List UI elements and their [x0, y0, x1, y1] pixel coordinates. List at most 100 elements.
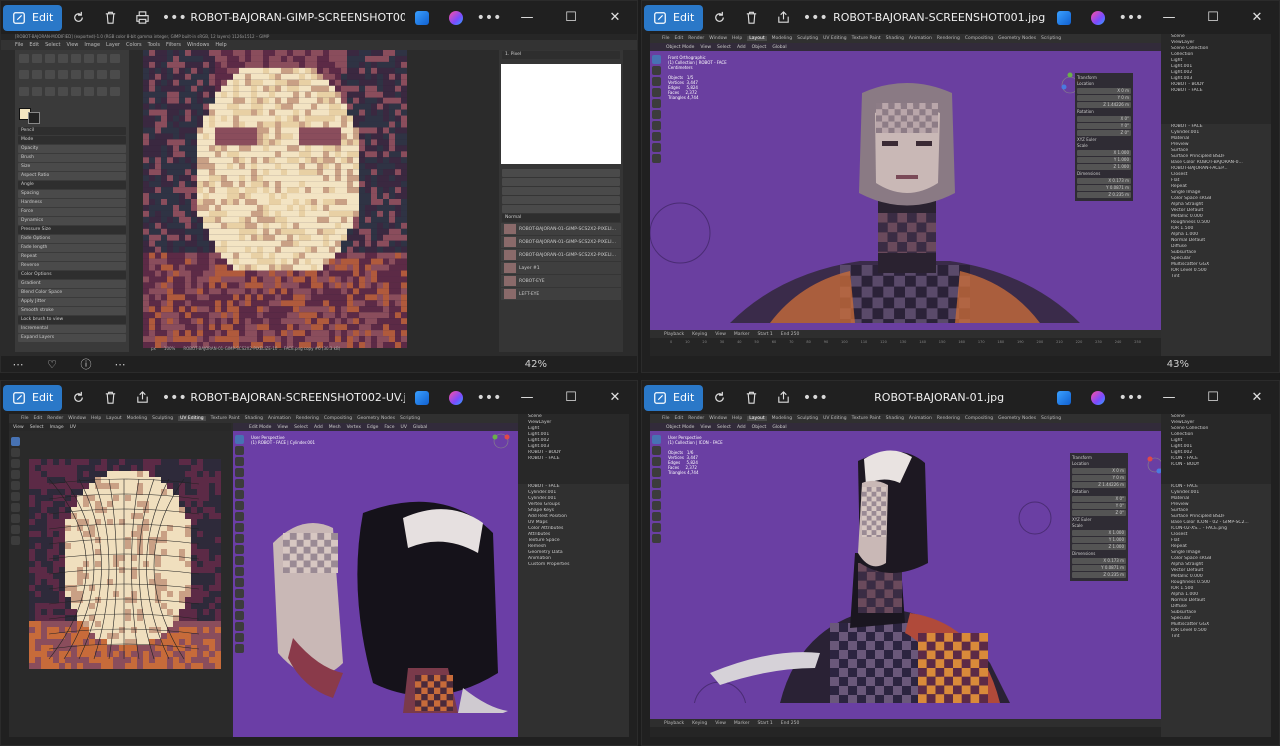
option-blend-color-space[interactable]: Blend Color Space: [18, 289, 126, 297]
menu-layer[interactable]: Layer: [106, 42, 120, 48]
gimp-canvas[interactable]: [131, 50, 496, 348]
transform-field[interactable]: Y 1.000: [1072, 537, 1126, 543]
menu-edit[interactable]: Edit: [675, 416, 684, 421]
menu-help[interactable]: Help: [732, 416, 742, 421]
rotate-icon[interactable]: [703, 3, 735, 33]
status-unit[interactable]: px: [151, 346, 156, 356]
maximize-button[interactable]: ☐: [1191, 10, 1235, 25]
workspace-tab-texture-paint[interactable]: Texture Paint: [852, 36, 881, 41]
workspace-tab-texture-paint[interactable]: Texture Paint: [852, 416, 881, 421]
tool-icon[interactable]: [45, 54, 55, 63]
dock-row[interactable]: [502, 187, 620, 195]
maximize-button[interactable]: ☐: [549, 390, 593, 405]
tool-icon[interactable]: [58, 70, 68, 80]
share-icon[interactable]: [767, 3, 799, 33]
tool-icon[interactable]: [58, 54, 68, 63]
3d-viewport[interactable]: Edit Mode View Select Add Mesh Vertex Edge Face…: [233, 423, 520, 737]
uv-menu-item[interactable]: Image: [50, 425, 64, 430]
transform-field[interactable]: Y 0.0871 m: [1077, 185, 1131, 191]
layer-row[interactable]: ROBOT-BAJORAN-01-GIMP-SCS2X2-PIXELI...: [501, 249, 621, 261]
timeline-tick[interactable]: 170: [978, 340, 985, 346]
tool-icon[interactable]: [19, 86, 29, 96]
option-spacing[interactable]: Spacing: [18, 190, 126, 198]
status-zoom[interactable]: 100%: [164, 346, 175, 356]
transform-field[interactable]: Y 0.0871 m: [1072, 565, 1126, 571]
menu-file[interactable]: File: [21, 416, 29, 421]
tool-icon[interactable]: [97, 86, 107, 96]
edit-button[interactable]: Edit: [3, 4, 63, 31]
close-button[interactable]: ✕: [593, 10, 637, 25]
tool-icon[interactable]: [58, 86, 68, 96]
workspace-tab-layout[interactable]: Layout: [747, 416, 767, 421]
workspace-tab-rendering[interactable]: Rendering: [296, 416, 319, 421]
dock-row[interactable]: [502, 196, 620, 204]
transform-field[interactable]: Z 1.000: [1072, 544, 1126, 550]
workspace-tab-modeling[interactable]: Modeling: [127, 416, 147, 421]
timeline-tick[interactable]: 70: [789, 340, 793, 346]
timeline-tick[interactable]: 180: [997, 340, 1004, 346]
menu-render[interactable]: Render: [47, 416, 63, 421]
close-button[interactable]: ✕: [1235, 10, 1279, 25]
timeline-tick[interactable]: 110: [861, 340, 868, 346]
timeline-tick[interactable]: 160: [958, 340, 965, 346]
workspace-tab-modeling[interactable]: Modeling: [772, 36, 792, 41]
workspace-tab-shading[interactable]: Shading: [886, 36, 904, 41]
option-apply-jitter[interactable]: Apply Jitter: [18, 298, 126, 306]
workspace-tab-layout[interactable]: Layout: [106, 416, 121, 421]
timeline-item[interactable]: End 250: [781, 332, 800, 337]
timeline-item[interactable]: Start 1: [757, 332, 772, 337]
option-repeat[interactable]: Repeat: [18, 253, 126, 261]
option-gradient[interactable]: Gradient: [18, 280, 126, 288]
tool-icon[interactable]: [32, 54, 42, 63]
workspace-tab-sculpting[interactable]: Sculpting: [797, 416, 818, 421]
timeline-tick[interactable]: 80: [806, 340, 810, 346]
workspace-tab-geometry-nodes[interactable]: Geometry Nodes: [998, 416, 1036, 421]
timeline-tick[interactable]: 60: [772, 340, 776, 346]
option-pressure-size[interactable]: Pressure Size: [18, 226, 126, 234]
tool-icon[interactable]: [71, 54, 81, 63]
tool-icon[interactable]: [97, 70, 107, 80]
workspace-tab-texture-paint[interactable]: Texture Paint: [211, 416, 240, 421]
uv-menu-item[interactable]: Select: [30, 425, 44, 430]
more-icon[interactable]: •••: [799, 3, 831, 33]
timeline-tick[interactable]: 240: [1115, 340, 1122, 346]
outliner-item[interactable]: ROBOT - FACE: [1161, 88, 1271, 94]
tool-icon[interactable]: [71, 70, 81, 80]
option-fade-length[interactable]: Fade length: [18, 244, 126, 252]
tool-icon[interactable]: [11, 525, 20, 534]
transform-field[interactable]: X 0 m: [1072, 468, 1126, 474]
more-icon[interactable]: •••: [1115, 383, 1147, 413]
timeline-item[interactable]: Playback: [664, 332, 684, 337]
photos-app-icon[interactable]: [415, 390, 429, 405]
tool-icon[interactable]: [32, 86, 42, 96]
timeline-tick[interactable]: 50: [754, 340, 758, 346]
timeline-tick[interactable]: 100: [841, 340, 848, 346]
tool-icon[interactable]: [45, 70, 55, 80]
timeline-tick[interactable]: 140: [919, 340, 926, 346]
delete-icon[interactable]: [735, 383, 767, 413]
workspace-tab-scripting[interactable]: Scripting: [1041, 36, 1061, 41]
option-aspect-ratio[interactable]: Aspect Ratio: [18, 172, 126, 180]
more-icon[interactable]: •••: [473, 3, 505, 33]
menu-edit[interactable]: Edit: [29, 42, 39, 48]
workspace-tab-compositing[interactable]: Compositing: [965, 36, 993, 41]
more-icon[interactable]: •••: [158, 3, 190, 33]
tool-icon[interactable]: [110, 54, 120, 63]
timeline-item[interactable]: Marker: [734, 332, 750, 337]
transform-field[interactable]: X 1.000: [1072, 530, 1126, 536]
menu-file[interactable]: File: [15, 42, 23, 48]
transform-field[interactable]: Y 0 m: [1072, 475, 1126, 481]
tool-icon[interactable]: [11, 470, 20, 479]
menu-image[interactable]: Image: [84, 42, 100, 48]
more-icon[interactable]: ⋯: [103, 358, 137, 371]
transform-field[interactable]: X 0°: [1072, 496, 1126, 502]
maximize-button[interactable]: ☐: [1191, 390, 1235, 405]
workspace-tab-sculpting[interactable]: Sculpting: [797, 36, 818, 41]
timeline-tick[interactable]: 230: [1095, 340, 1102, 346]
more-icon[interactable]: •••: [473, 383, 505, 413]
share-icon[interactable]: [126, 383, 158, 413]
timeline-item[interactable]: Playback: [664, 721, 684, 726]
property-row[interactable]: Tint: [1171, 274, 1271, 280]
workspace-tab-rendering[interactable]: Rendering: [937, 416, 960, 421]
share-icon[interactable]: [767, 383, 799, 413]
